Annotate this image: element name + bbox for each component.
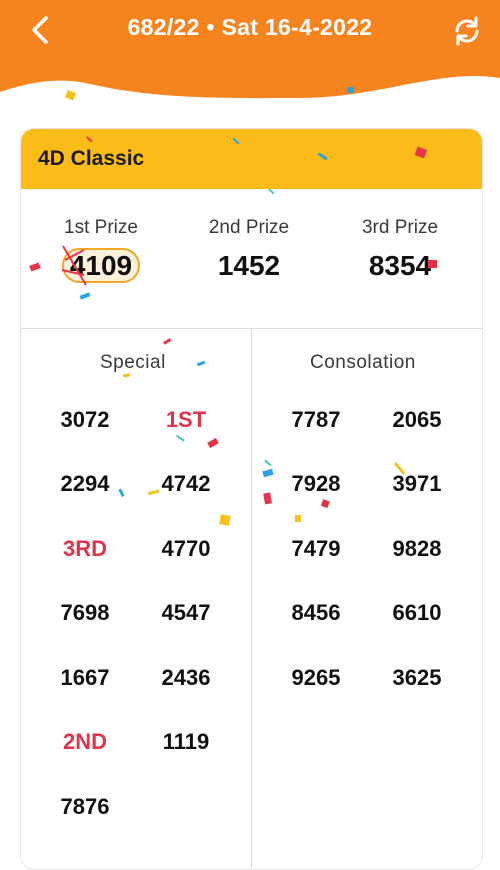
special-number: 4770 [161, 536, 211, 561]
refresh-button[interactable] [450, 14, 484, 48]
app-header: 682/22 • Sat 16-4-2022 [0, 0, 500, 115]
special-number: 2436 [161, 665, 211, 690]
special-number: 2294 [60, 471, 110, 496]
special-number: 4547 [161, 600, 211, 625]
special-number: 1119 [162, 729, 210, 754]
special-number: 7876 [60, 794, 110, 819]
first-prize-number: 4109 [61, 248, 141, 283]
consolation-number: 9828 [392, 536, 442, 561]
special-number: 3072 [60, 407, 110, 432]
consolation-number: 8456 [291, 600, 341, 625]
special-rank-label: 2ND [62, 729, 107, 754]
consolation-number: 7787 [291, 407, 341, 432]
consolation-number: 2065 [392, 407, 442, 432]
third-prize-label: 3rd Prize [361, 217, 439, 238]
special-number: 1667 [60, 665, 110, 690]
consolation-number: 7928 [291, 471, 341, 496]
consolation-number: 9265 [291, 665, 341, 690]
column-divider [251, 329, 252, 869]
second-prize-label: 2nd Prize [208, 217, 290, 238]
special-number: 7698 [60, 600, 110, 625]
consolation-title: Consolation [310, 352, 416, 373]
second-prize-number: 1452 [217, 250, 281, 281]
special-title: Special [100, 352, 166, 373]
top-prizes: 1st Prize 4109 2nd Prize 1452 3rd Prize … [21, 190, 482, 329]
draw-title: 682/22 • Sat 16-4-2022 [127, 14, 373, 40]
special-rank-label: 3RD [62, 536, 107, 561]
consolation-number: 7479 [291, 536, 341, 561]
first-prize-label: 1st Prize [64, 217, 138, 238]
refresh-icon [455, 16, 479, 46]
special-number: 4742 [161, 471, 211, 496]
consolation-number: 6610 [392, 600, 442, 625]
consolation-number: 3971 [392, 471, 442, 496]
consolation-number: 3625 [392, 665, 442, 690]
third-prize-number: 8354 [368, 250, 432, 281]
card-header: 4D Classic [21, 129, 482, 189]
special-rank-label: 1ST [165, 407, 207, 432]
card-title: 4D Classic [38, 147, 145, 170]
results-card: 4D Classic 1st Prize 4109 2nd Prize 1452… [20, 128, 483, 870]
